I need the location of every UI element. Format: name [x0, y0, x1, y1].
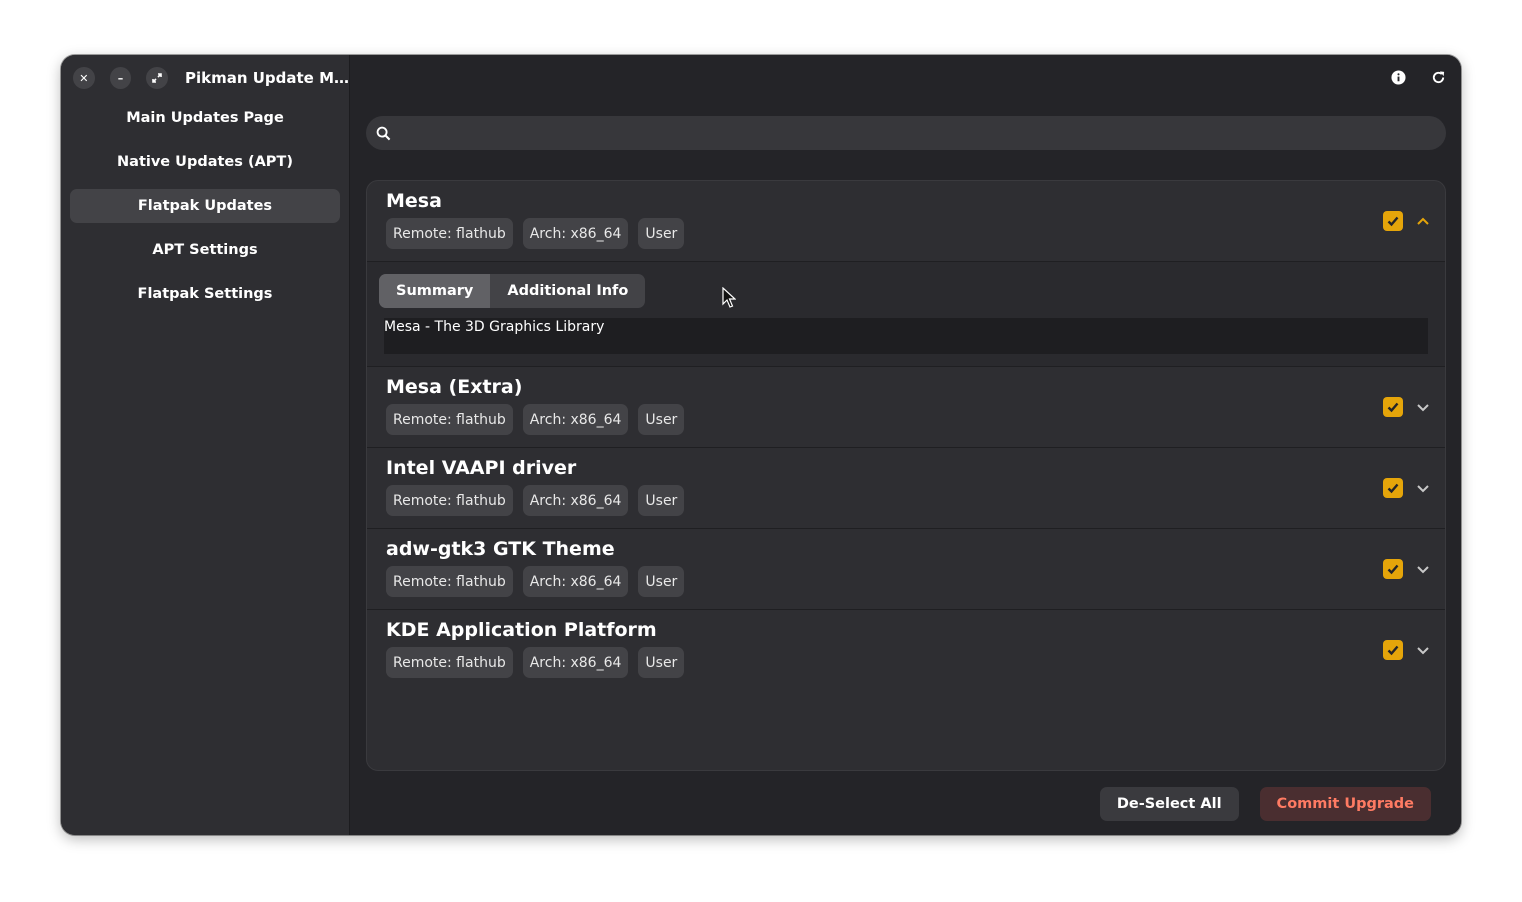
sidebar-item-apt-settings[interactable]: APT Settings	[70, 233, 340, 267]
check-icon	[1387, 645, 1399, 656]
package-row[interactable]: Intel VAAPI driver Remote: flathub Arch:…	[367, 448, 1445, 529]
refresh-icon[interactable]	[1429, 68, 1447, 86]
minimize-icon[interactable]: –	[109, 67, 132, 89]
sidebar-item-native-updates[interactable]: Native Updates (APT)	[70, 145, 340, 179]
scope-chip: User	[638, 218, 685, 249]
remote-chip: Remote: flathub	[386, 647, 513, 678]
package-name: adw-gtk3 GTK Theme	[386, 538, 615, 560]
package-chips: Remote: flathub Arch: x86_64 User	[386, 485, 685, 516]
tab-summary[interactable]: Summary	[379, 274, 491, 308]
search-icon	[376, 126, 391, 140]
package-name: Mesa (Extra)	[386, 376, 523, 398]
remote-chip: Remote: flathub	[386, 218, 513, 249]
remote-chip: Remote: flathub	[386, 566, 513, 597]
package-chips: Remote: flathub Arch: x86_64 User	[386, 218, 685, 249]
scope-chip: User	[638, 566, 685, 597]
package-checkbox[interactable]	[1383, 397, 1403, 417]
package-chips: Remote: flathub Arch: x86_64 User	[386, 404, 685, 435]
package-list: Mesa Remote: flathub Arch: x86_64 User S…	[366, 180, 1446, 771]
chevron-up-icon[interactable]	[1415, 214, 1431, 228]
check-icon	[1387, 564, 1399, 575]
details-tabs: Summary Additional Info	[379, 274, 646, 308]
package-chips: Remote: flathub Arch: x86_64 User	[386, 566, 685, 597]
package-chips: Remote: flathub Arch: x86_64 User	[386, 647, 685, 678]
package-row[interactable]: Mesa (Extra) Remote: flathub Arch: x86_6…	[367, 367, 1445, 448]
package-name: Mesa	[386, 190, 442, 212]
search-input[interactable]	[399, 116, 1446, 150]
package-row[interactable]: KDE Application Platform Remote: flathub…	[367, 610, 1445, 691]
maximize-icon[interactable]	[146, 67, 168, 89]
package-checkbox[interactable]	[1383, 559, 1403, 579]
package-checkbox[interactable]	[1383, 478, 1403, 498]
app-window: ✕ – Pikman Update M… Main Updates Page N…	[61, 55, 1461, 835]
scope-chip: User	[638, 404, 685, 435]
check-icon	[1387, 483, 1399, 494]
tab-additional-info[interactable]: Additional Info	[490, 274, 645, 308]
info-icon[interactable]	[1389, 68, 1407, 86]
arch-chip: Arch: x86_64	[522, 218, 629, 249]
window-title: Pikman Update M…	[184, 69, 350, 87]
remote-chip: Remote: flathub	[386, 485, 513, 516]
chevron-down-icon[interactable]	[1415, 481, 1431, 495]
arch-chip: Arch: x86_64	[522, 566, 629, 597]
chevron-down-icon[interactable]	[1415, 643, 1431, 657]
search-bar[interactable]	[366, 116, 1446, 150]
package-row[interactable]: Mesa Remote: flathub Arch: x86_64 User	[367, 181, 1445, 262]
sidebar-item-main-updates[interactable]: Main Updates Page	[70, 101, 340, 135]
chevron-down-icon[interactable]	[1415, 562, 1431, 576]
action-bar: De-Select All Commit Upgrade	[1099, 787, 1431, 821]
package-details: Summary Additional Info Mesa - The 3D Gr…	[367, 262, 1445, 367]
sidebar-header: ✕ – Pikman Update M…	[61, 55, 349, 101]
package-row[interactable]: adw-gtk3 GTK Theme Remote: flathub Arch:…	[367, 529, 1445, 610]
package-checkbox[interactable]	[1383, 211, 1403, 231]
arch-chip: Arch: x86_64	[522, 485, 629, 516]
sidebar: ✕ – Pikman Update M… Main Updates Page N…	[61, 55, 350, 835]
sidebar-item-flatpak-settings[interactable]: Flatpak Settings	[70, 277, 340, 311]
arch-chip: Arch: x86_64	[522, 404, 629, 435]
sidebar-nav: Main Updates Page Native Updates (APT) F…	[61, 101, 349, 311]
close-icon[interactable]: ✕	[73, 67, 95, 89]
header-icons	[1389, 68, 1447, 86]
package-name: KDE Application Platform	[386, 619, 657, 641]
summary-text: Mesa - The 3D Graphics Library	[384, 318, 1428, 354]
main-content: Mesa Remote: flathub Arch: x86_64 User S…	[350, 55, 1461, 835]
scope-chip: User	[638, 485, 685, 516]
check-icon	[1387, 216, 1399, 227]
mouse-cursor-icon	[722, 287, 736, 308]
scope-chip: User	[638, 647, 685, 678]
package-name: Intel VAAPI driver	[386, 457, 577, 479]
check-icon	[1387, 402, 1399, 413]
commit-upgrade-button[interactable]: Commit Upgrade	[1259, 787, 1431, 821]
deselect-all-button[interactable]: De-Select All	[1099, 787, 1239, 821]
chevron-down-icon[interactable]	[1415, 400, 1431, 414]
package-checkbox[interactable]	[1383, 640, 1403, 660]
sidebar-item-flatpak-updates[interactable]: Flatpak Updates	[70, 189, 340, 223]
arch-chip: Arch: x86_64	[522, 647, 629, 678]
remote-chip: Remote: flathub	[386, 404, 513, 435]
